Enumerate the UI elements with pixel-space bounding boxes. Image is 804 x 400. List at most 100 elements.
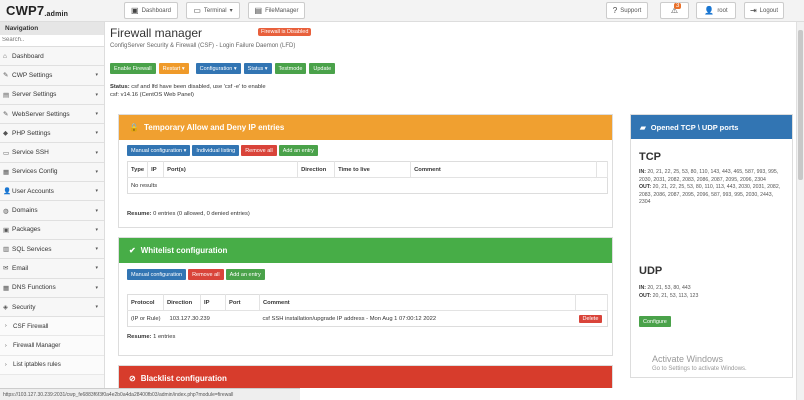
sidebar-item-user-accounts[interactable]: 👤 User Accounts ▾ bbox=[0, 182, 104, 202]
dashboard-button[interactable]: ▣ Dashboard bbox=[124, 2, 178, 19]
sidebar-item-dashboard[interactable]: ⌂ Dashboard bbox=[0, 47, 104, 67]
sidebar-subitem-list-iptables-rules[interactable]: › List iptables rules bbox=[0, 355, 104, 376]
column-header: IP bbox=[147, 161, 165, 178]
database-icon: ▥ bbox=[3, 246, 10, 254]
sidebar-subitem-label: Firewall Manager bbox=[13, 342, 61, 350]
scrollbar-thumb[interactable] bbox=[798, 30, 803, 180]
sidebar-item-php-settings[interactable]: ◆ PHP Settings ▾ bbox=[0, 124, 104, 144]
brand-name: CWP7 bbox=[6, 3, 45, 18]
udp-ports: IN: 20, 21, 53, 80, 443 OUT: 20, 21, 53,… bbox=[639, 285, 784, 300]
whitelist-manual-configuration-button[interactable]: Manual configuration bbox=[127, 269, 187, 280]
ports-icon: ▰ bbox=[640, 122, 646, 132]
sidebar-subitem-csf-firewall[interactable]: › CSF Firewall bbox=[0, 317, 104, 337]
tcp-out-ports: 20, 21, 22, 25, 53, 80, 110, 113, 443, 2… bbox=[639, 184, 781, 205]
chevron-down-icon: ▾ bbox=[95, 265, 98, 272]
udp-in-ports: 20, 21, 53, 80, 443 bbox=[647, 285, 691, 291]
column-header bbox=[596, 161, 608, 178]
sidebar-subitem-firewall-manager[interactable]: › Firewall Manager bbox=[0, 336, 104, 356]
sidebar-item-label: SQL Services bbox=[12, 245, 52, 253]
file-icon: ▤ bbox=[254, 6, 263, 15]
help-icon: ? bbox=[612, 6, 618, 15]
whitelist-add-entry-button[interactable]: Add an entry bbox=[225, 269, 265, 280]
sidebar-item-sql-services[interactable]: ▥ SQL Services ▾ bbox=[0, 240, 104, 260]
user-icon: 👤 bbox=[704, 6, 715, 15]
sidebar-item-label: Packages bbox=[12, 226, 41, 234]
brand-logo[interactable]: CWP7.admin bbox=[6, 3, 68, 18]
tcp-ports: IN: 20, 21, 22, 25, 53, 80, 110, 143, 44… bbox=[639, 169, 784, 207]
watermark-subtitle: Go to Settings to activate Windows. bbox=[652, 366, 747, 372]
column-header: Type bbox=[127, 161, 149, 178]
sidebar-item-label: DNS Functions bbox=[12, 284, 56, 292]
chevron-down-icon: ▾ bbox=[95, 188, 98, 195]
restart-button[interactable]: Restart ▾ bbox=[158, 63, 189, 74]
temporary-panel-title: Temporary Allow and Deny IP entries bbox=[143, 123, 285, 132]
add-entry-button[interactable]: Add an entry bbox=[278, 145, 318, 156]
support-label: Support bbox=[620, 7, 642, 14]
delete-button[interactable]: Delete bbox=[578, 314, 603, 323]
remove-all-button[interactable]: Remove all bbox=[241, 145, 277, 156]
chevron-down-icon: ▾ bbox=[95, 111, 98, 118]
filemanager-button[interactable]: ▤ FileManager bbox=[248, 2, 305, 19]
nav-heading: Navigation bbox=[0, 22, 104, 35]
udp-out-label: OUT: bbox=[639, 292, 652, 299]
sidebar-search bbox=[0, 35, 104, 47]
terminal-button[interactable]: ▭ Terminal ▾ bbox=[186, 2, 240, 19]
row-comment: csf SSH installation/upgrade IP address … bbox=[259, 310, 576, 327]
main-content: Firewall manager Firewall is Disabled Co… bbox=[106, 22, 796, 388]
temporary-resume: Resume: 0 entries (0 allowed, 0 denied e… bbox=[127, 211, 250, 217]
chevron-down-icon: ▾ bbox=[229, 8, 233, 14]
open-ports-panel: ▰ Opened TCP \ UDP ports TCP IN: 20, 21, … bbox=[630, 114, 793, 378]
whitelist-remove-all-button[interactable]: Remove all bbox=[188, 269, 224, 280]
sidebar-item-packages[interactable]: ▣ Packages ▾ bbox=[0, 221, 104, 240]
logout-button[interactable]: ⇥ Logout bbox=[744, 2, 784, 19]
package-icon: ▣ bbox=[3, 226, 10, 234]
sidebar-item-label: Email bbox=[12, 264, 29, 272]
sidebar-item-security[interactable]: ◈ Security ▾ bbox=[0, 298, 104, 318]
sidebar-item-label: Domains bbox=[12, 207, 38, 215]
search-input[interactable] bbox=[2, 37, 102, 43]
shield-icon: ◈ bbox=[3, 304, 8, 311]
chevron-down-icon: ▾ bbox=[95, 91, 98, 98]
column-header: Protocol bbox=[127, 294, 164, 311]
chevron-right-icon: › bbox=[5, 342, 7, 349]
enable-firewall-button[interactable]: Enable Firewall bbox=[110, 63, 156, 74]
testmode-button[interactable]: Testmode bbox=[274, 63, 307, 74]
sidebar-item-domains[interactable]: ◍ Domains ▾ bbox=[0, 201, 104, 221]
status-message: csf and lfd have been disabled, use 'csf… bbox=[131, 84, 266, 90]
chevron-down-icon: ▾ bbox=[95, 149, 98, 156]
sidebar-item-cwp-settings[interactable]: ✎ CWP Settings ▾ bbox=[0, 66, 104, 86]
status-label: Status bbox=[247, 65, 264, 72]
sidebar-item-server-settings[interactable]: ▤ Server Settings ▾ bbox=[0, 86, 104, 105]
user-label: root bbox=[717, 7, 728, 14]
notifications-button[interactable]: ⚠ 3 bbox=[660, 2, 689, 19]
tcp-out-label: OUT: bbox=[639, 184, 652, 190]
wrench-icon: ✎ bbox=[3, 111, 9, 119]
support-button[interactable]: ? Support bbox=[606, 2, 648, 19]
top-bar: CWP7.admin ▣ Dashboard ▭ Terminal ▾ ▤ FileMa… bbox=[0, 0, 804, 22]
user-button[interactable]: 👤 root bbox=[696, 2, 736, 19]
resume-label: Resume: bbox=[127, 334, 152, 340]
open-ports-title: Opened TCP \ UDP ports bbox=[650, 122, 739, 132]
ban-icon: ⊘ bbox=[129, 374, 136, 383]
version-text: csf: v14.16 (CentOS Web Panel) bbox=[110, 91, 194, 98]
configure-button[interactable]: Configure bbox=[639, 316, 671, 327]
globe-icon: ◍ bbox=[3, 207, 9, 215]
firewall-actions: Enable Firewall Restart ▾ Configuration … bbox=[110, 63, 336, 74]
chevron-down-icon: ▾ bbox=[95, 168, 98, 175]
sidebar-item-webserver-settings[interactable]: ✎ WebServer Settings ▾ bbox=[0, 105, 104, 125]
chevron-right-icon: › bbox=[5, 361, 7, 368]
individual-listing-button[interactable]: Individual listing bbox=[192, 145, 240, 156]
sidebar-item-services-config[interactable]: ▦ Services Config ▾ bbox=[0, 163, 104, 183]
sidebar-item-label: Server Settings bbox=[12, 91, 57, 99]
sidebar-item-service-ssh[interactable]: ▭ Service SSH ▾ bbox=[0, 143, 104, 163]
configuration-button[interactable]: Configuration ▾ bbox=[195, 63, 241, 74]
sidebar-item-email[interactable]: ✉ Email ▾ bbox=[0, 259, 104, 279]
update-button[interactable]: Update bbox=[309, 63, 336, 74]
status-button[interactable]: Status ▾ bbox=[243, 63, 272, 74]
page-scrollbar[interactable] bbox=[796, 22, 804, 400]
sidebar-subitem-label: List iptables rules bbox=[13, 361, 61, 369]
temporary-panel-header: 🔒 Temporary Allow and Deny IP entries bbox=[119, 115, 612, 140]
manual-configuration-button[interactable]: Manual configuration ▾ bbox=[127, 145, 191, 156]
filemanager-label: FileManager bbox=[265, 7, 299, 14]
sidebar-item-dns-functions[interactable]: ▦ DNS Functions ▾ bbox=[0, 279, 104, 298]
